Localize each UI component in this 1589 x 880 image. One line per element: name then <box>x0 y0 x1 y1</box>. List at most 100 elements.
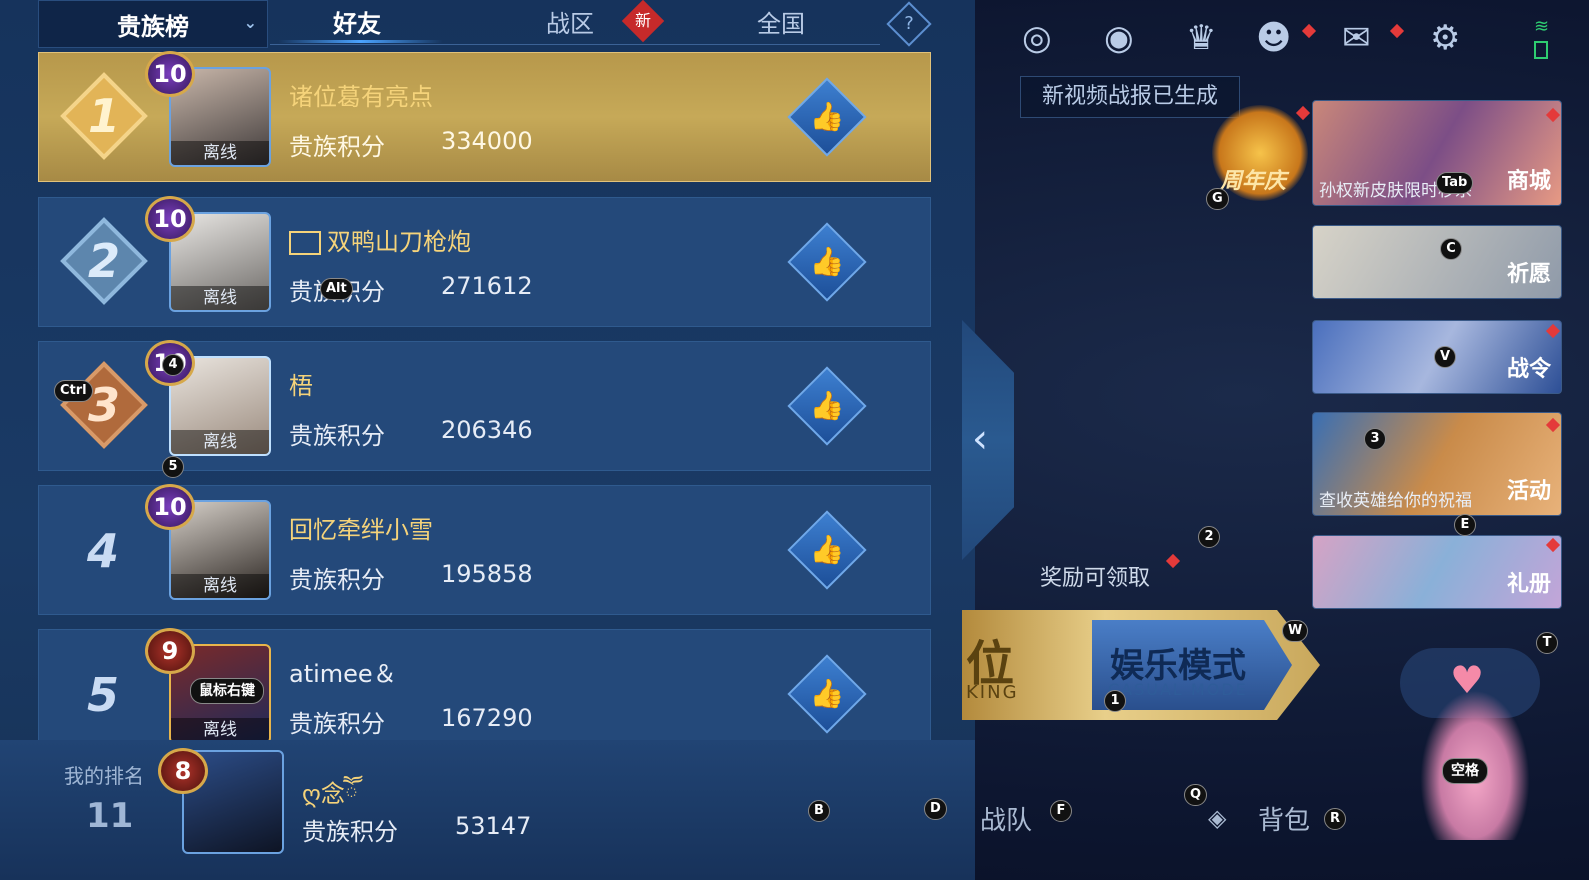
hotkey-hint: D <box>924 798 947 820</box>
event-card[interactable]: 活动 查收英雄给你的祝福 <box>1312 412 1562 516</box>
hotkey-hint: W <box>1282 620 1309 642</box>
rank-badge-icon: 2 <box>59 216 149 306</box>
leaderboard-panel: 贵族榜 ⌄ 好友 战区 新 全国 ? 1 离线 10 诸位葛有亮点 贵族积分 3… <box>0 0 975 880</box>
thumbs-up-icon: 👍 <box>809 245 845 278</box>
offline-label: 离线 <box>171 141 269 165</box>
dropdown-label: 贵族榜 <box>117 12 189 41</box>
like-button[interactable]: 👍 <box>787 77 867 157</box>
noble-level-badge: 10 <box>145 484 195 530</box>
casual-mode-button[interactable]: 位 KING 娱乐模式 CASUAL MODE <box>962 610 1320 720</box>
hotkey-hint: Ctrl <box>54 380 93 402</box>
team-icon <box>289 231 321 255</box>
rank-number: 3 <box>87 378 120 432</box>
gift-book-card[interactable]: 礼册 <box>1312 535 1562 609</box>
my-noble-level-badge: 8 <box>158 748 208 794</box>
shop-card[interactable]: 商城 孙权新皮肤限时秒杀 <box>1312 100 1562 206</box>
new-badge-text: 新 <box>634 11 651 30</box>
offline-label: 离线 <box>171 430 269 454</box>
target-icon[interactable]: ◎ <box>1022 18 1052 58</box>
trophy-icon[interactable]: ♛ <box>1186 18 1216 58</box>
thumbs-up-icon: 👍 <box>809 533 845 566</box>
friends-icon[interactable]: ☻ <box>1256 18 1291 58</box>
hotkey-hint: T <box>1536 632 1558 654</box>
score-value: 195858 <box>441 560 533 588</box>
rank-badge-icon: 3 <box>59 360 149 450</box>
hotkey-hint: Tab <box>1436 172 1474 194</box>
leaderboard-dropdown[interactable]: 贵族榜 ⌄ <box>38 0 268 48</box>
thumbs-up-icon: 👍 <box>809 389 845 422</box>
help-button[interactable]: ? <box>886 1 932 47</box>
offline-label: 离线 <box>171 286 269 310</box>
hotkey-hint: R <box>1324 808 1347 830</box>
backpack-button[interactable]: 背包 <box>1258 800 1310 837</box>
wish-card[interactable]: 祈愿 <box>1312 225 1562 299</box>
score-label: 贵族积分 <box>289 710 385 738</box>
chevron-down-icon: ⌄ <box>243 13 257 32</box>
tab-bar: 贵族榜 ⌄ 好友 战区 新 全国 ? <box>0 0 975 52</box>
rank-number: 5 <box>87 668 120 722</box>
hotkey-hint: 空格 <box>1442 758 1488 784</box>
spectate-eye-icon[interactable]: ◉ <box>1104 18 1134 58</box>
hotkey-hint: V <box>1434 346 1457 368</box>
player-name: 回忆牵绊小雪 <box>289 516 433 544</box>
score-value: 334000 <box>441 127 533 155</box>
like-button[interactable]: 👍 <box>787 510 867 590</box>
player-name: 诸位葛有亮点 <box>289 83 433 111</box>
score-label: 贵族积分 <box>289 133 385 161</box>
new-badge: 新 <box>621 0 665 43</box>
casual-mode-subtitle: CASUAL MODE <box>1108 680 1248 699</box>
tab-region[interactable]: 战区 <box>546 4 594 39</box>
offline-label: 离线 <box>171 574 269 598</box>
hotkey-hint: C <box>1440 238 1462 260</box>
leaderboard-row[interactable]: 4 离线 10 回忆牵绊小雪 贵族积分 195858 👍 <box>38 484 931 615</box>
score-value: 167290 <box>441 704 533 732</box>
mail-icon[interactable]: ✉ <box>1342 18 1371 58</box>
reward-red-dot <box>1165 553 1181 569</box>
reward-claim-text[interactable]: 奖励可领取 <box>1040 560 1150 592</box>
noble-level-badge: 10 <box>145 51 195 97</box>
rank-badge-icon: 1 <box>59 71 149 161</box>
shop-label: 商城 <box>1506 169 1551 194</box>
tab-active-indicator <box>278 40 443 43</box>
tab-national[interactable]: 全国 <box>757 4 805 39</box>
battle-pass-label: 战令 <box>1506 357 1551 382</box>
notification-banner[interactable]: 新视频战报已生成 <box>1020 76 1240 118</box>
hotkey-hint: F <box>1050 800 1072 822</box>
like-button[interactable]: 👍 <box>787 222 867 302</box>
leaderboard-row[interactable]: 2 离线 10 双鸭山刀枪炮 贵族积分 271612 👍 <box>38 196 931 327</box>
hotkey-hint: 鼠标右键 <box>190 678 264 704</box>
anniversary-red-dot <box>1295 105 1311 121</box>
score-value: 271612 <box>441 272 533 300</box>
event-label: 活动 <box>1506 479 1551 504</box>
rank-number: 4 <box>87 524 120 578</box>
score-value: 206346 <box>441 416 533 444</box>
rank-number: 1 <box>87 89 120 143</box>
backpack-icon: ◈ <box>1208 804 1227 832</box>
hotkey-hint: 3 <box>1364 428 1386 450</box>
player-name-wrap: 双鸭山刀枪炮 <box>289 222 471 257</box>
gift-book-label: 礼册 <box>1506 572 1551 597</box>
like-button[interactable]: 👍 <box>787 654 867 734</box>
thumbs-up-icon: 👍 <box>809 677 845 710</box>
anniversary-label: 周年庆 <box>1220 169 1287 194</box>
offline-label: 离线 <box>171 718 269 742</box>
collapse-panel-button[interactable]: ‹ <box>962 320 1014 560</box>
wish-label: 祈愿 <box>1506 262 1551 287</box>
hotkey-hint: B <box>808 800 830 822</box>
settings-gear-icon[interactable]: ⚙ <box>1430 18 1460 58</box>
anniversary-button[interactable]: 周年庆 <box>1212 105 1308 201</box>
help-icon: ? <box>904 13 914 34</box>
tab-friends[interactable]: 好友 <box>333 4 381 39</box>
hotkey-hint: 5 <box>162 456 184 478</box>
leaderboard-row[interactable]: 1 离线 10 诸位葛有亮点 贵族积分 334000 👍 <box>38 51 931 182</box>
hotkey-hint: G <box>1206 188 1229 210</box>
tabs-divider <box>270 44 880 45</box>
chevron-left-icon: ‹ <box>972 416 988 462</box>
score-label: 贵族积分 <box>289 422 385 450</box>
event-promo-text: 查收英雄给你的祝福 <box>1319 491 1472 511</box>
like-button[interactable]: 👍 <box>787 366 867 446</box>
player-name: 梧 <box>289 372 313 400</box>
team-button[interactable]: 战队 <box>980 800 1032 837</box>
wifi-battery-icon: ≋ <box>1534 16 1562 62</box>
ranked-mode-sub: KING <box>966 682 1019 703</box>
